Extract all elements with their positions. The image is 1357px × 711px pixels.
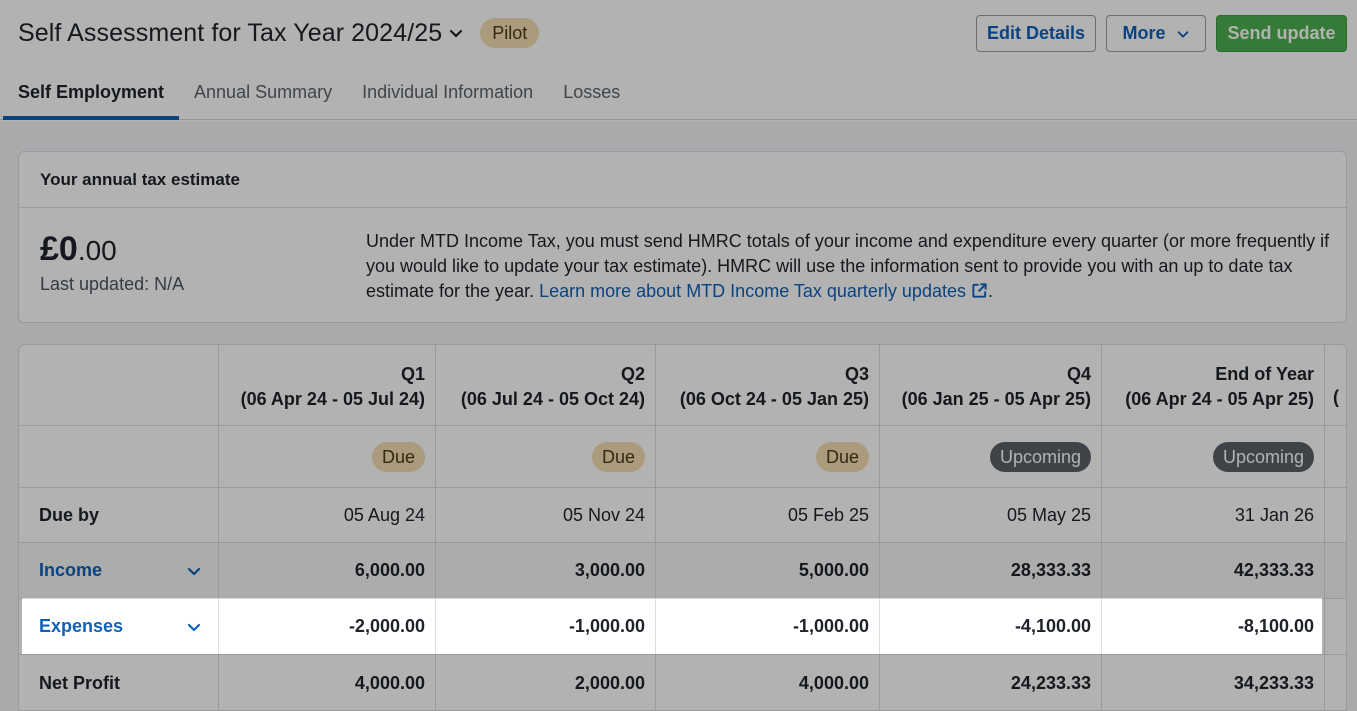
send-update-button[interactable]: Send update (1216, 15, 1347, 52)
tax-estimate-amount: £0.00 (40, 230, 117, 269)
income-cell: 42,333.33 (1102, 543, 1325, 598)
status-badge: Upcoming (989, 441, 1091, 472)
chevron-down-icon (1177, 30, 1188, 38)
due-by-row: Due by 05 Aug 24 05 Nov 24 05 Feb 25 05 … (19, 488, 1346, 543)
status-cell: Due (219, 426, 436, 487)
learn-more-link[interactable]: Learn more about MTD Income Tax quarterl… (539, 281, 988, 301)
due-by-cell: 05 Nov 24 (436, 488, 656, 542)
expenses-cell: -2,000.00 (219, 599, 436, 654)
tax-estimate-card: Your annual tax estimate £0.00 Last upda… (18, 151, 1347, 323)
column-header-q2: Q2 (06 Jul 24 - 05 Oct 24) (436, 345, 656, 425)
status-cell-partial (1325, 426, 1346, 487)
income-cell: 5,000.00 (656, 543, 880, 598)
income-cell: 6,000.00 (219, 543, 436, 598)
tab-individual-information[interactable]: Individual Information (347, 70, 548, 120)
net-profit-row: Net Profit 4,000.00 2,000.00 4,000.00 24… (19, 655, 1346, 710)
column-range: (06 Apr 24 - 05 Jul 24) (240, 389, 425, 409)
more-button-label: More (1122, 23, 1166, 43)
net-profit-cell: 4,000.00 (219, 655, 436, 710)
due-by-label: Due by (19, 488, 219, 542)
status-badge: Due (371, 441, 425, 472)
edit-details-button[interactable]: Edit Details (976, 15, 1096, 52)
due-by-cell: 05 May 25 (880, 488, 1102, 542)
column-header-q3: Q3 (06 Oct 24 - 05 Jan 25) (656, 345, 880, 425)
expenses-cell-partial (1325, 599, 1346, 654)
chevron-down-icon (187, 623, 201, 631)
status-cell: Upcoming (880, 426, 1102, 487)
description-end: . (987, 281, 993, 301)
expenses-label: Expenses (39, 616, 124, 636)
column-header-partial: ( (1333, 387, 1339, 407)
income-row: Income 6,000.00 3,000.00 5,000.00 28,333… (19, 543, 1346, 599)
chevron-down-icon[interactable] (448, 25, 464, 41)
status-badge: Due (591, 441, 645, 472)
income-cell: 28,333.33 (880, 543, 1102, 598)
chevron-down-icon (187, 567, 201, 575)
net-profit-cell: 34,233.33 (1102, 655, 1325, 710)
column-title: Q3 (844, 364, 869, 384)
column-range: (06 Jan 25 - 05 Apr 25) (901, 389, 1091, 409)
due-by-cell: 05 Aug 24 (219, 488, 436, 542)
expenses-cell: -1,000.00 (656, 599, 880, 654)
expenses-toggle[interactable]: Expenses (19, 599, 219, 654)
learn-more-link-text: Learn more about MTD Income Tax quarterl… (539, 281, 966, 301)
tab-self-employment[interactable]: Self Employment (3, 70, 180, 120)
amount-pence: .00 (77, 235, 117, 266)
column-range: (06 Jul 24 - 05 Oct 24) (460, 389, 645, 409)
status-row: Due Due Due Upcoming Upcoming (19, 426, 1346, 488)
more-button[interactable]: More (1106, 15, 1206, 52)
page-title[interactable]: Self Assessment for Tax Year 2024/25 (18, 19, 442, 48)
due-by-cell: 31 Jan 26 (1102, 488, 1325, 542)
status-cell: Due (656, 426, 880, 487)
status-cell: Due (436, 426, 656, 487)
column-title: Q2 (620, 364, 645, 384)
due-by-cell-partial (1325, 488, 1346, 542)
amount-pounds: £0 (40, 230, 78, 268)
page: Self Assessment for Tax Year 2024/25 Pil… (0, 0, 1357, 711)
expenses-cell: -4,100.00 (880, 599, 1102, 654)
main-content: Your annual tax estimate £0.00 Last upda… (0, 121, 1357, 711)
expenses-row: Expenses -2,000.00 -1,000.00 -1,000.00 -… (19, 599, 1346, 655)
status-badge: Due (815, 441, 869, 472)
income-cell-partial (1325, 543, 1346, 598)
external-link-icon (972, 283, 987, 298)
column-range: (06 Oct 24 - 05 Jan 25) (679, 389, 869, 409)
last-updated: Last updated: N/A (40, 274, 185, 294)
header-corner (19, 345, 219, 425)
net-profit-cell-partial (1325, 655, 1346, 710)
column-title: End of Year (1215, 364, 1314, 384)
due-by-cell: 05 Feb 25 (656, 488, 880, 542)
tab-annual-summary[interactable]: Annual Summary (179, 70, 347, 120)
status-badge: Upcoming (1212, 441, 1314, 472)
income-toggle[interactable]: Income (19, 543, 219, 598)
income-cell: 3,000.00 (436, 543, 656, 598)
net-profit-cell: 24,233.33 (880, 655, 1102, 710)
column-title: Q4 (1066, 364, 1091, 384)
column-header-q1: Q1 (06 Apr 24 - 05 Jul 24) (219, 345, 436, 425)
quarterly-table: Q1 (06 Apr 24 - 05 Jul 24) Q2 (06 Jul 24 -… (18, 344, 1347, 711)
status-row-label (19, 426, 219, 487)
column-header-q4: Q4 (06 Jan 25 - 05 Apr 25) (880, 345, 1102, 425)
expenses-cell: -1,000.00 (436, 599, 656, 654)
page-header: Self Assessment for Tax Year 2024/25 Pil… (0, 0, 1357, 120)
column-range: (06 Apr 24 - 05 Apr 25) (1125, 389, 1314, 409)
tax-estimate-heading: Your annual tax estimate (19, 152, 1346, 208)
column-title: Q1 (400, 364, 425, 384)
column-header-end-of-year: End of Year (06 Apr 24 - 05 Apr 25) (1102, 345, 1325, 425)
net-profit-cell: 4,000.00 (656, 655, 880, 710)
table-header-row: Q1 (06 Apr 24 - 05 Jul 24) Q2 (06 Jul 24 -… (19, 345, 1346, 426)
tab-losses[interactable]: Losses (548, 70, 635, 120)
net-profit-label: Net Profit (19, 655, 219, 710)
tax-estimate-description: Under MTD Income Tax, you must send HMRC… (366, 229, 1336, 304)
income-label: Income (39, 560, 103, 580)
expenses-cell: -8,100.00 (1102, 599, 1325, 654)
net-profit-cell: 2,000.00 (436, 655, 656, 710)
status-cell: Upcoming (1102, 426, 1325, 487)
pilot-badge: Pilot (480, 18, 540, 48)
title-bar: Self Assessment for Tax Year 2024/25 Pil… (18, 18, 540, 48)
tab-bar: Self Employment Annual Summary Individua… (0, 70, 635, 120)
